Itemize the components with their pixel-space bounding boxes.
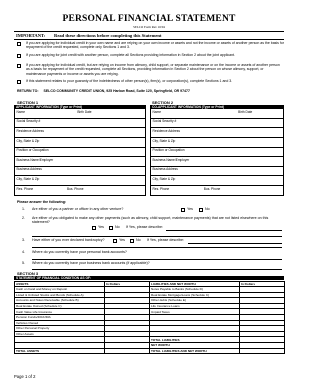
asset-amount[interactable] xyxy=(104,347,150,355)
applicant-employer-field[interactable]: Business Name/Employer xyxy=(14,157,146,167)
question-3-yes-label: Yes xyxy=(119,238,125,242)
coapplicant-res-phone-label: Res. Phone xyxy=(152,186,170,191)
question-3-text: Have either of you ever declared bankrup… xyxy=(32,238,105,242)
table-row: TOTAL ASSETS TOTAL LIABILITIES AND NET WO… xyxy=(14,347,285,355)
question-2-yes-checkbox[interactable] xyxy=(92,226,96,230)
instruction-checkbox-1[interactable] xyxy=(17,42,21,46)
return-to-label: RETURN TO: xyxy=(17,89,39,93)
question-1-yes-label: Yes xyxy=(187,207,193,211)
question-1-text: Are either of you a partner or officer i… xyxy=(32,207,124,211)
coapplicant-city-field[interactable]: City, State & Zip xyxy=(150,138,284,148)
return-to: RETURN TO: SELCO COMMUNITY CREDIT UNION,… xyxy=(17,89,287,93)
instruction-2: If you are applying for joint credit wit… xyxy=(26,53,235,57)
question-1-yes-checkbox[interactable] xyxy=(181,208,185,212)
applicant-business-address-field[interactable]: Business Address xyxy=(14,166,146,177)
question-3-describe-line[interactable] xyxy=(188,242,282,244)
instruction-checkbox-3[interactable] xyxy=(17,64,21,68)
questions-intro: Please answer the following: xyxy=(17,200,67,204)
question-1-no-label: No xyxy=(205,207,210,211)
applicant-ssn-field[interactable]: Social Security # xyxy=(14,118,146,129)
question-2-no-checkbox[interactable] xyxy=(109,226,113,230)
question-2-number: 2. xyxy=(22,216,25,220)
question-5-answer-line[interactable] xyxy=(32,269,282,270)
applicant-occupation-field[interactable]: Position or Occupation xyxy=(14,147,146,158)
important-bar: IMPORTANT: Read these directions before … xyxy=(14,31,284,40)
instruction-3: If you are applying for individual credi… xyxy=(26,63,280,76)
instruction-1: If you are applying for individual credi… xyxy=(26,40,284,49)
instruction-4: If this statement relates to your guaran… xyxy=(26,79,233,83)
question-2-text: Are either of you obligated to make any … xyxy=(32,216,269,225)
question-2-describe-line[interactable] xyxy=(166,229,282,231)
question-5-number: 5. xyxy=(22,261,25,265)
important-text: Read these directions before completing … xyxy=(54,32,162,38)
question-4-answer-line[interactable] xyxy=(32,258,282,260)
instruction-checkbox-4[interactable] xyxy=(17,80,21,84)
question-3-describe-line-2[interactable] xyxy=(32,247,282,248)
question-5-text: Where do you currently have your busines… xyxy=(32,261,150,265)
coapplicant-business-city-field[interactable]: City, State & Zip xyxy=(150,176,284,186)
coapplicant-address-field[interactable]: Residence Address xyxy=(150,128,284,138)
coapplicant-occupation-field[interactable]: Position or Occupation xyxy=(150,147,284,158)
question-2-no-label: No xyxy=(115,225,120,229)
liability-amount[interactable] xyxy=(239,347,285,355)
coapplicant-phone-field[interactable]: Res. Phone Bus. Phone xyxy=(150,186,284,196)
question-2-describe-label: If Yes, please describe: xyxy=(126,225,163,229)
form-revision: SELCO Form Rev 10/04 xyxy=(133,25,165,29)
question-2-describe-line-2[interactable] xyxy=(32,235,282,237)
question-3-number: 3. xyxy=(22,238,25,242)
question-1-no-checkbox[interactable] xyxy=(199,208,203,212)
applicant-phone-field[interactable]: Res. Phone Bus. Phone xyxy=(14,186,146,196)
page-title: PERSONAL FINANCIAL STATEMENT xyxy=(62,14,236,24)
instruction-checkbox-2[interactable] xyxy=(17,54,21,58)
important-label: IMPORTANT: xyxy=(16,32,46,38)
question-3-no-label: No xyxy=(136,238,141,242)
coapplicant-name-field[interactable]: Name Birth Date xyxy=(150,109,284,119)
question-1-number: 1. xyxy=(22,207,25,211)
asset-label: TOTAL ASSETS xyxy=(14,347,105,355)
coapplicant-bus-phone-label: Bus. Phone xyxy=(203,186,221,191)
page-number: Page 1 of 2 xyxy=(14,374,36,379)
question-2-yes-label: Yes xyxy=(98,225,104,229)
liability-label: TOTAL LIABILITIES AND NET WORTH xyxy=(149,347,240,355)
coapplicant-employer-field[interactable]: Business Name/Employer xyxy=(150,157,284,167)
coapplicant-ssn-field[interactable]: Social Security # xyxy=(150,118,284,129)
question-4-number: 4. xyxy=(22,250,25,254)
applicant-address-field[interactable]: Residence Address xyxy=(14,128,146,138)
applicant-res-phone-label: Res. Phone xyxy=(16,186,34,191)
financial-statement-table: ASSETS In Dollars LIABILITIES AND NET WO… xyxy=(14,280,285,355)
applicant-birth-date-label: Birth Date xyxy=(77,109,92,114)
applicant-name-field[interactable]: Name Birth Date xyxy=(14,109,146,119)
question-3-yes-checkbox[interactable] xyxy=(113,239,117,243)
question-4-text: Where do you currently have your persona… xyxy=(32,250,127,254)
applicant-bus-phone-label: Bus. Phone xyxy=(67,186,84,191)
applicant-city-field[interactable]: City, State & Zip xyxy=(14,138,146,148)
question-3-no-checkbox[interactable] xyxy=(130,239,134,243)
coapplicant-business-address-field[interactable]: Business Address xyxy=(150,166,284,177)
return-to-address: SELCO COMMUNITY CREDIT UNION, 925 Harlow… xyxy=(43,89,190,93)
coapplicant-birth-date-label: Birth Date xyxy=(238,109,253,114)
question-3-describe-label: If Yes, please describe: xyxy=(147,238,184,242)
applicant-business-city-field[interactable]: City, State & Zip xyxy=(14,176,146,186)
